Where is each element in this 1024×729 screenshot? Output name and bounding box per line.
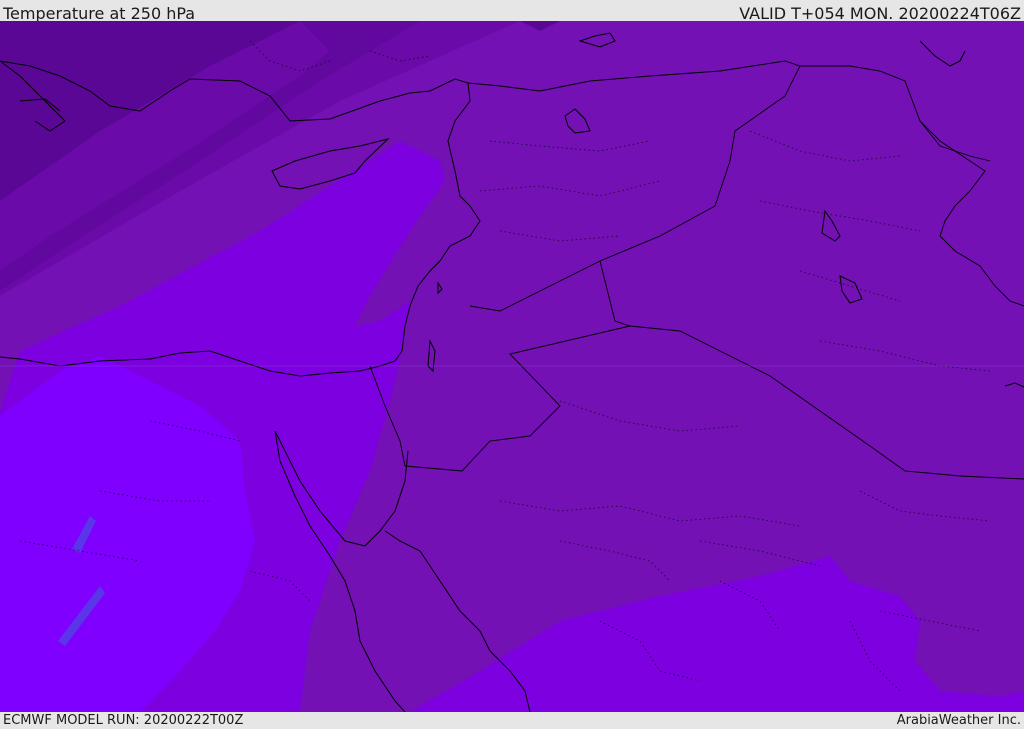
- header-bar: Temperature at 250 hPa VALID T+054 MON. …: [0, 0, 1024, 23]
- weather-map[interactable]: [0, 21, 1024, 712]
- model-run-label: ECMWF MODEL RUN: 20200222T00Z: [3, 713, 244, 728]
- credit-label: ArabiaWeather Inc.: [896, 713, 1021, 728]
- footer-bar: ECMWF MODEL RUN: 20200222T00Z ArabiaWeat…: [0, 712, 1024, 729]
- map-svg: [0, 21, 1024, 712]
